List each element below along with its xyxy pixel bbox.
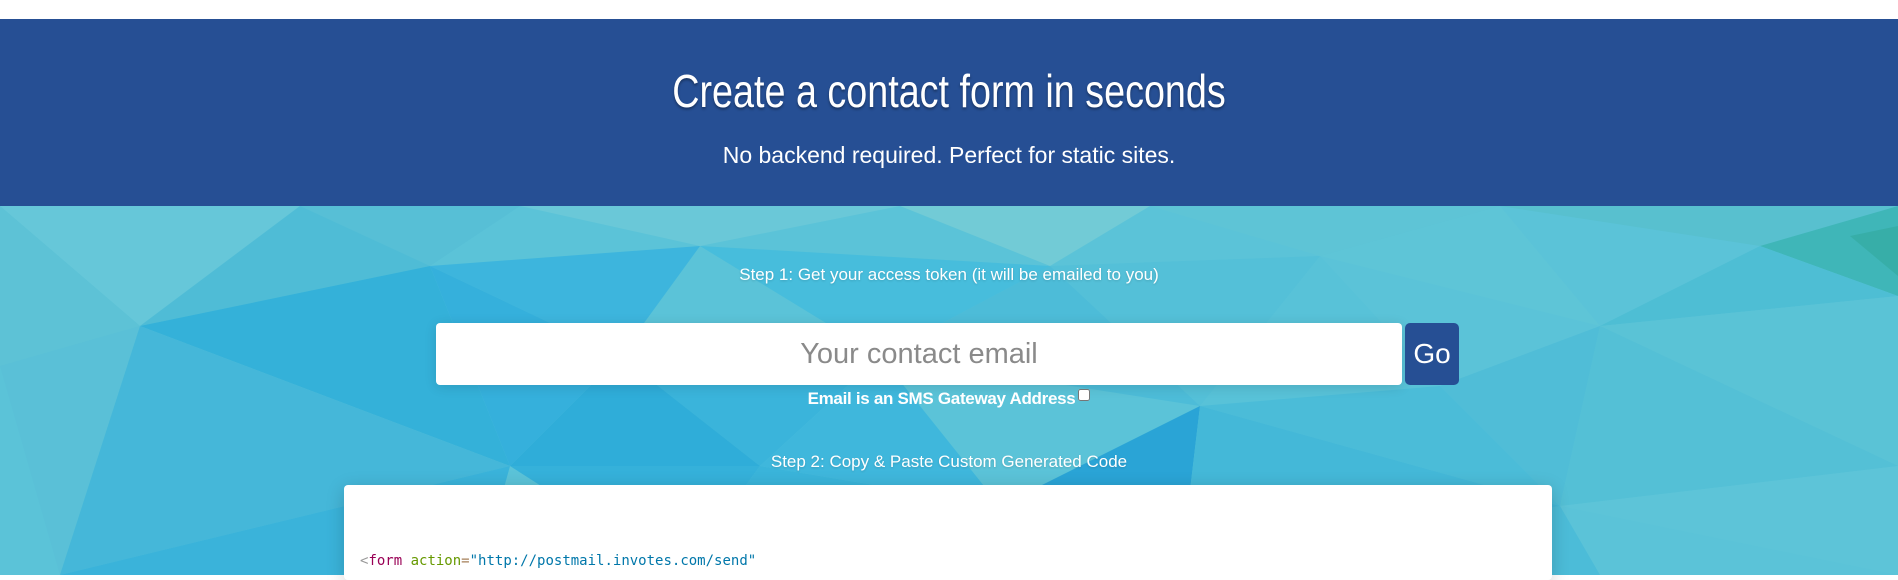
contact-email-input[interactable] bbox=[436, 323, 1402, 385]
code-attr: action bbox=[410, 553, 462, 569]
code-tag: form bbox=[368, 553, 403, 569]
go-button[interactable]: Go bbox=[1405, 323, 1459, 385]
code-line: <form action="http://postmail.invotes.co… bbox=[360, 553, 756, 569]
code-equals: = bbox=[461, 553, 470, 569]
sms-gateway-row: Email is an SMS Gateway Address bbox=[0, 389, 1898, 409]
top-strip bbox=[0, 0, 1898, 19]
hero-banner: Create a contact form in seconds No back… bbox=[0, 19, 1898, 206]
sms-gateway-checkbox[interactable] bbox=[1078, 389, 1091, 401]
step2-label: Step 2: Copy & Paste Custom Generated Co… bbox=[770, 452, 1128, 471]
generated-code-box[interactable]: <form action="http://postmail.invotes.co… bbox=[344, 485, 1552, 580]
code-value: "http://postmail.invotes.com/send" bbox=[469, 553, 757, 569]
page-title: Create a contact form in seconds bbox=[672, 65, 1226, 117]
sms-gateway-label: Email is an SMS Gateway Address bbox=[807, 389, 1076, 408]
step1-label: Step 1: Get your access token (it will b… bbox=[739, 265, 1159, 284]
page-subtitle: No backend required. Perfect for static … bbox=[722, 142, 1176, 168]
